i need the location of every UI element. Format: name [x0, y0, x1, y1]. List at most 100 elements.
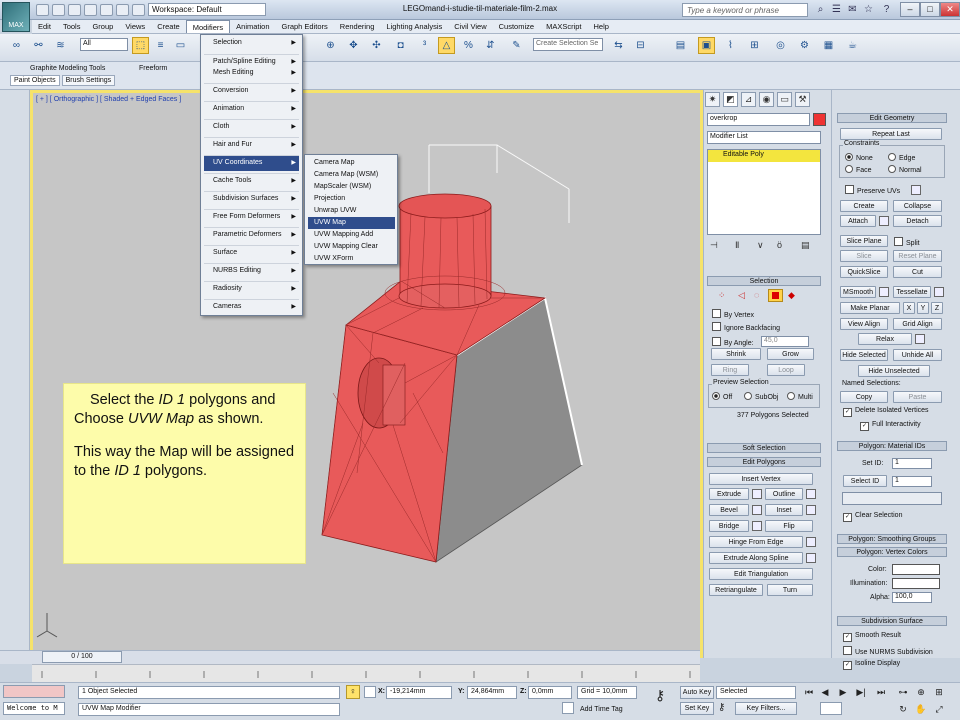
clear-selection-checkbox[interactable]: Clear Selection — [843, 512, 902, 522]
menu-graph-editors[interactable]: Graph Editors — [276, 20, 334, 33]
close-button[interactable]: ✕ — [940, 2, 960, 17]
menu-create[interactable]: Create — [151, 20, 186, 33]
edge-mode-icon[interactable]: ◁ — [738, 290, 745, 301]
menu-item-cache-tools[interactable]: Cache Tools ▶ — [204, 173, 299, 189]
outline-button[interactable]: Outline — [765, 488, 803, 500]
bevel-button[interactable]: Bevel — [709, 504, 749, 516]
menu-item-cloth[interactable]: Cloth ▶ — [204, 119, 299, 135]
submenu-uvw-mapping-clear[interactable]: UVW Mapping Clear — [308, 241, 395, 253]
menu-rendering[interactable]: Rendering — [334, 20, 381, 33]
show-end-result-icon[interactable]: Ⅱ — [735, 240, 739, 251]
hide-unselected-button[interactable]: Hide Unselected — [858, 365, 930, 377]
go-to-start-icon[interactable]: ⏮ — [802, 686, 816, 699]
modifier-list-dropdown[interactable]: Modifier List — [707, 131, 821, 144]
binoculars-icon[interactable]: ⌕ — [814, 3, 827, 16]
rendered-frame-icon[interactable]: ▦ — [820, 37, 837, 54]
menu-civil-view[interactable]: Civil View — [448, 20, 492, 33]
render-production-icon[interactable]: ☕ — [844, 37, 861, 54]
planar-x-button[interactable]: X — [903, 302, 915, 314]
edit-triangulation-button[interactable]: Edit Triangulation — [709, 568, 813, 580]
render-setup-icon[interactable]: ⚙ — [796, 37, 813, 54]
vertex-mode-icon[interactable]: ⁘ — [718, 290, 726, 301]
minimize-button[interactable]: – — [900, 2, 920, 17]
create-tab-icon[interactable]: ✷ — [705, 92, 720, 107]
extrude-settings-icon[interactable] — [752, 489, 762, 499]
menu-tools[interactable]: Tools — [57, 20, 87, 33]
maximize-button[interactable]: □ — [920, 2, 940, 17]
rollout-subdivision-surface[interactable]: Subdivision Surface — [837, 616, 947, 626]
menu-item-animation[interactable]: Animation ▶ — [204, 101, 299, 117]
modify-tab-icon[interactable]: ◩ — [723, 92, 738, 107]
relax-button[interactable]: Relax — [858, 333, 912, 345]
maxscript-mini-listener[interactable] — [3, 685, 65, 698]
isoline-display-checkbox[interactable]: Isoline Display — [843, 660, 900, 670]
full-interactivity-checkbox[interactable]: Full Interactivity — [860, 421, 921, 431]
auto-key-button[interactable]: Auto Key — [680, 686, 714, 699]
time-slider[interactable]: 0 / 100 — [42, 651, 122, 663]
key-filters-button[interactable]: Key Filters... — [735, 702, 797, 715]
rollout-edit-polygons[interactable]: Edit Polygons — [707, 457, 821, 467]
submenu-mapscaler-wsm[interactable]: MapScaler (WSM) — [308, 181, 395, 193]
create-button[interactable]: Create — [840, 200, 888, 212]
menu-animation[interactable]: Animation — [230, 20, 275, 33]
flip-button[interactable]: Flip — [765, 520, 813, 532]
polygon-mode-icon[interactable] — [768, 289, 783, 302]
x-coordinate-field[interactable]: -19,214mm — [386, 686, 452, 699]
repeat-last-button[interactable]: Repeat Last — [840, 128, 942, 140]
smooth-result-checkbox[interactable]: Smooth Result — [843, 632, 901, 642]
menu-group[interactable]: Group — [86, 20, 119, 33]
key-filters-icon[interactable]: ⚷ — [718, 702, 725, 713]
menu-item-free-form-deformers[interactable]: Free Form Deformers ▶ — [204, 209, 299, 225]
element-mode-icon[interactable]: ◆ — [788, 290, 795, 301]
make-planar-button[interactable]: Make Planar — [840, 302, 900, 314]
menu-item-conversion[interactable]: Conversion ▶ — [204, 83, 299, 99]
cut-button[interactable]: Cut — [893, 266, 942, 278]
hinge-settings-icon[interactable] — [806, 537, 816, 547]
current-frame-field[interactable] — [820, 702, 842, 715]
preview-multi-radio[interactable]: Multi — [787, 392, 813, 401]
orbit-icon[interactable]: ↻ — [896, 703, 910, 716]
tab-paint-objects[interactable]: Paint Objects — [10, 75, 60, 86]
retriangulate-button[interactable]: Retriangulate — [709, 584, 763, 596]
submenu-uvw-xform[interactable]: UVW XForm — [308, 253, 395, 265]
maximize-viewport-icon[interactable]: ⤢ — [932, 703, 946, 716]
attach-button[interactable]: Attach — [840, 215, 876, 227]
menu-item-subdivision-surfaces[interactable]: Subdivision Surfaces ▶ — [204, 191, 299, 207]
delete-isolated-checkbox[interactable]: Delete Isolated Vertices — [843, 407, 929, 417]
material-name-dropdown[interactable] — [842, 492, 942, 505]
fetch-icon[interactable] — [132, 4, 145, 16]
configure-sets-icon[interactable]: ▤ — [801, 240, 810, 251]
select-id-button[interactable]: Select ID — [843, 475, 887, 487]
menu-item-uv-coordinates[interactable]: UV Coordinates ▶ — [204, 155, 299, 171]
menu-item-radiosity[interactable]: Radiosity ▶ — [204, 281, 299, 297]
workspace-dropdown[interactable]: Workspace: Default — [148, 3, 266, 16]
selected-dropdown[interactable]: Selected — [716, 686, 796, 699]
key-icon[interactable]: ⚷ — [655, 687, 665, 704]
schematic-view-icon[interactable]: ⊞ — [746, 37, 763, 54]
menu-item-nurbs-editing[interactable]: NURBS Editing ▶ — [204, 263, 299, 279]
vertex-color-swatch[interactable] — [892, 564, 940, 575]
named-selection-sets-dropdown[interactable]: Create Selection Se — [533, 38, 603, 51]
constraint-none-radio[interactable]: None — [845, 153, 873, 162]
rollout-material-ids[interactable]: Polygon: Material IDs — [837, 441, 947, 451]
slice-button[interactable]: Slice — [840, 250, 888, 262]
insert-vertex-button[interactable]: Insert Vertex — [709, 473, 813, 485]
msmooth-button[interactable]: MSmooth — [840, 286, 876, 298]
hold-icon[interactable] — [116, 4, 129, 16]
menu-modifiers[interactable]: Modifiers — [185, 20, 231, 33]
select-and-move-icon[interactable]: ✥ — [345, 37, 362, 54]
viewport-label[interactable]: [ + ] [ Orthographic ] [ Shaded + Edged … — [36, 96, 181, 103]
extrude-button[interactable]: Extrude — [709, 488, 749, 500]
curve-editor-icon[interactable]: ⌇ — [722, 37, 739, 54]
menu-lighting-analysis[interactable]: Lighting Analysis — [380, 20, 448, 33]
go-to-end-icon[interactable]: ⏭ — [874, 686, 888, 699]
next-frame-icon[interactable]: ▶| — [854, 686, 868, 699]
submenu-camera-map[interactable]: Camera Map — [308, 157, 395, 169]
y-coordinate-field[interactable]: 24,864mm — [467, 686, 517, 699]
previous-frame-icon[interactable]: ◀ — [818, 686, 832, 699]
planar-y-button[interactable]: Y — [917, 302, 929, 314]
menu-item-mesh-editing[interactable]: Mesh Editing ▶ — [204, 66, 299, 80]
inset-button[interactable]: Inset — [765, 504, 803, 516]
constraint-normal-radio[interactable]: Normal — [888, 165, 922, 174]
selection-lock-icon[interactable]: ♀ — [346, 685, 360, 699]
